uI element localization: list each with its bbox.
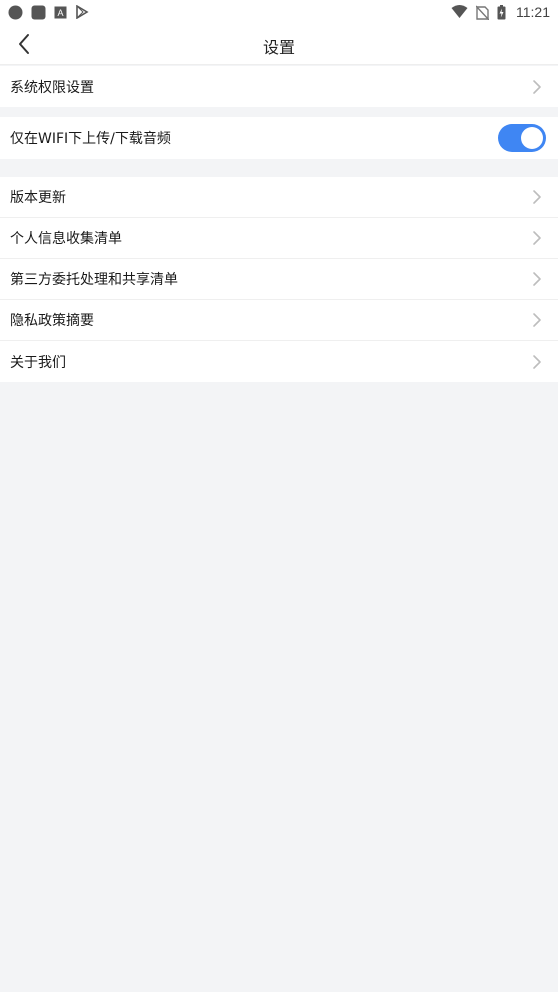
wifi-icon (451, 5, 468, 19)
status-left-icons: A (8, 5, 89, 20)
status-time: 11:21 (516, 4, 550, 20)
status-bar: A 11:21 (0, 0, 558, 24)
third-party-label: 第三方委托处理和共享清单 (10, 272, 178, 288)
personal-info-row[interactable]: 个人信息收集清单 (0, 218, 558, 259)
svg-text:A: A (57, 8, 63, 18)
permissions-row[interactable]: 系统权限设置 (0, 66, 558, 107)
navigation-bar: 设置 (0, 24, 558, 65)
play-store-icon (75, 5, 89, 19)
wifi-only-toggle[interactable] (498, 124, 546, 152)
third-party-row[interactable]: 第三方委托处理和共享清单 (0, 259, 558, 300)
no-sim-icon (476, 5, 489, 20)
chevron-right-icon (530, 229, 544, 247)
circle-notification-icon (8, 5, 23, 20)
settings-group-info: 版本更新 个人信息收集清单 第三方委托处理和共享清单 隐私政策摘要 关于我们 (0, 177, 558, 382)
version-update-label: 版本更新 (10, 190, 66, 206)
privacy-summary-row[interactable]: 隐私政策摘要 (0, 300, 558, 341)
battery-charging-icon (497, 4, 506, 20)
page-title: 设置 (262, 38, 295, 57)
about-us-row[interactable]: 关于我们 (0, 341, 558, 382)
text-app-icon: A (54, 6, 67, 19)
about-us-label: 关于我们 (10, 354, 66, 371)
chevron-right-icon (530, 311, 544, 329)
chevron-right-icon (530, 78, 544, 96)
chevron-right-icon (530, 353, 544, 371)
chevron-right-icon (530, 188, 544, 206)
settings-group-permissions: 系统权限设置 (0, 66, 558, 107)
permissions-label: 系统权限设置 (10, 79, 94, 96)
status-right-icons: 11:21 (451, 4, 550, 20)
version-update-row[interactable]: 版本更新 (0, 177, 558, 218)
toggle-knob (521, 127, 543, 149)
privacy-summary-label: 隐私政策摘要 (10, 313, 94, 329)
square-notification-icon (31, 5, 46, 20)
personal-info-label: 个人信息收集清单 (10, 231, 122, 247)
chevron-right-icon (530, 270, 544, 288)
settings-group-network: 仅在WIFI下上传/下载音频 (0, 117, 558, 159)
wifi-only-row: 仅在WIFI下上传/下载音频 (0, 117, 558, 159)
wifi-only-label: 仅在WIFI下上传/下载音频 (10, 131, 171, 147)
